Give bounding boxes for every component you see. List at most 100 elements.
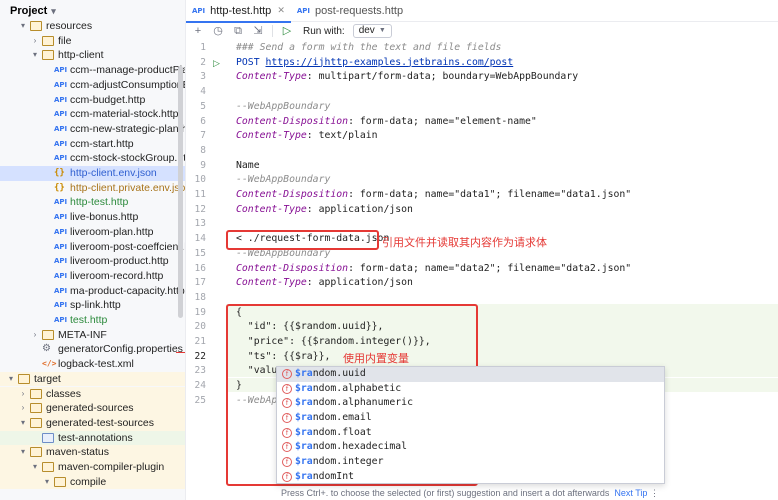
tree-item[interactable]: ▾ target bbox=[0, 371, 185, 387]
chevron-down-icon[interactable]: ▾ bbox=[6, 372, 16, 387]
completion-match: $ra bbox=[295, 470, 313, 482]
project-panel: Project ▾ ▾ resources › file ▾ http-client API… bbox=[0, 0, 186, 500]
tree-item[interactable]: APIliveroom-post-coeffcient.http bbox=[0, 240, 185, 255]
tree-item[interactable]: ▾ maven-status bbox=[0, 445, 185, 460]
export-icon[interactable]: ⇲ bbox=[252, 24, 264, 38]
completion-item[interactable]: f $random.alphabetic bbox=[277, 382, 664, 397]
resources-folder-icon bbox=[30, 21, 42, 31]
annotation-builtin-vars: 使用内置变量 bbox=[343, 352, 409, 365]
tree-item[interactable]: APIccm--manage-productPlan.http bbox=[0, 63, 185, 78]
tree-item-label: test-annotations bbox=[58, 431, 133, 444]
completion-popup[interactable]: f $random.uuid f $random.alphabetic f $random… bbox=[276, 366, 665, 484]
tree-item-label: liveroom-product.http bbox=[70, 255, 169, 268]
tree-item[interactable]: API ccm-budget.http bbox=[0, 93, 185, 108]
completion-item[interactable]: f $random.alphanumeric bbox=[277, 396, 664, 411]
completion-item[interactable]: f $random.email bbox=[277, 411, 664, 426]
convert-icon[interactable]: ⧉ bbox=[232, 24, 244, 38]
chevron-down-icon[interactable]: ▾ bbox=[18, 19, 28, 34]
tree-item[interactable]: ▾ http-client bbox=[0, 48, 185, 63]
tree-item[interactable]: APIccm-adjustConsumptionEnd.http bbox=[0, 78, 185, 93]
tree-item[interactable]: ⚙ generatorConfig.properties bbox=[0, 342, 185, 357]
chevron-right-icon[interactable]: › bbox=[30, 34, 40, 49]
tree-item[interactable]: API ccm-start.http bbox=[0, 137, 185, 152]
code-token: Content-Type bbox=[236, 71, 307, 83]
code-line: --WebAppBoundary bbox=[236, 173, 330, 188]
completion-item[interactable]: f $randomInt bbox=[277, 470, 664, 485]
completion-rest: ndom.uuid bbox=[312, 368, 366, 379]
tree-item[interactable]: API liveroom-record.http bbox=[0, 269, 185, 284]
code-token: Content-Disposition bbox=[236, 115, 349, 127]
code-line: ### Send a form with the text and file f… bbox=[236, 41, 501, 56]
completion-item[interactable]: f $random.float bbox=[277, 426, 664, 441]
annotation-file-body: 引用文件并读取其内容作为请求体 bbox=[382, 236, 547, 249]
tree-item[interactable]: API sp-link.http bbox=[0, 298, 185, 313]
tree-item-label: http-client bbox=[58, 49, 104, 62]
chevron-down-icon[interactable]: ▾ bbox=[42, 475, 52, 490]
run-all-icon[interactable]: ▷ bbox=[281, 24, 293, 38]
function-icon: f bbox=[282, 442, 292, 453]
tree-item[interactable]: test-annotations bbox=[0, 430, 185, 446]
completion-rest: ndomInt bbox=[312, 470, 354, 482]
tree-item[interactable]: API live-bonus.http bbox=[0, 210, 185, 225]
request-url[interactable]: https://ijhttp-examples.jetbrains.com/po… bbox=[266, 57, 514, 68]
history-icon[interactable]: ◷ bbox=[212, 24, 224, 38]
add-request-icon[interactable]: + bbox=[192, 24, 204, 38]
code-token: Name bbox=[236, 159, 260, 171]
tree-item-label: ccm--manage-productPlan.http bbox=[70, 64, 185, 77]
function-icon: f bbox=[282, 398, 292, 409]
chevron-down-icon[interactable]: ▾ bbox=[18, 445, 28, 460]
line-number: 9 bbox=[200, 159, 206, 171]
tree-item[interactable]: API http-test.http bbox=[0, 195, 185, 210]
tree-item[interactable]: › file bbox=[0, 34, 185, 49]
chevron-right-icon[interactable]: › bbox=[18, 387, 28, 402]
tree-item[interactable]: ▾ resources bbox=[0, 19, 185, 34]
tree-item[interactable]: {} http-client.private.env.json bbox=[0, 181, 185, 196]
chevron-down-icon[interactable]: ▾ bbox=[30, 460, 40, 475]
completion-item[interactable]: f $random.integer bbox=[277, 455, 664, 470]
more-options-icon[interactable]: ⋮ bbox=[650, 488, 659, 499]
line-number: 21 bbox=[194, 336, 206, 347]
tree-item[interactable]: API ccm-stock-stockGroup.http bbox=[0, 151, 185, 166]
tree-item[interactable]: API test.http bbox=[0, 313, 185, 328]
code-line: Content-Type: text/plain bbox=[236, 129, 378, 144]
http-file-icon: API bbox=[54, 95, 68, 104]
test-folder-icon bbox=[42, 432, 54, 443]
tab-http-test[interactable]: API http-test.http ✕ bbox=[186, 0, 291, 23]
chevron-right-icon[interactable]: › bbox=[18, 401, 28, 416]
chevron-right-icon[interactable]: › bbox=[30, 328, 40, 343]
function-icon: f bbox=[282, 457, 292, 468]
tree-item-label: logback-test.xml bbox=[58, 358, 134, 371]
tree-item-label: classes bbox=[46, 387, 82, 400]
chevron-down-icon[interactable]: ▾ bbox=[18, 416, 28, 431]
close-icon[interactable]: ✕ bbox=[277, 5, 285, 16]
line-number: 2 bbox=[200, 56, 206, 68]
function-icon: f bbox=[282, 471, 292, 482]
code-line: Name bbox=[236, 159, 260, 174]
next-tip-link[interactable]: Next Tip bbox=[614, 488, 647, 498]
tree-item[interactable]: › META-INF bbox=[0, 328, 185, 343]
line-number: 25 bbox=[194, 394, 206, 406]
environment-select[interactable]: dev ▼ bbox=[352, 24, 392, 38]
tree-item[interactable]: APIccm-new-strategic-plan.http bbox=[0, 122, 185, 137]
tree-item[interactable]: API ma-product-capacity.http bbox=[0, 284, 185, 299]
tree-item[interactable]: ▾ generated-test-sources bbox=[0, 415, 185, 431]
tree-item[interactable]: ▾ compile bbox=[0, 474, 185, 490]
line-number: 1 bbox=[200, 42, 206, 53]
tree-item[interactable]: API ccm-material-stock.http bbox=[0, 107, 185, 122]
code-line: Content-Disposition: form-data; name="el… bbox=[236, 115, 537, 130]
project-scrollbar[interactable] bbox=[178, 66, 183, 318]
completion-item[interactable]: f $random.hexadecimal bbox=[277, 440, 664, 455]
tree-item[interactable]: </> logback-test.xml bbox=[0, 357, 185, 372]
tree-item[interactable]: › classes bbox=[0, 386, 185, 402]
tree-item[interactable]: API liveroom-product.http bbox=[0, 254, 185, 269]
chevron-down-icon[interactable]: ▾ bbox=[30, 48, 40, 63]
tree-item[interactable]: ▾ maven-compiler-plugin bbox=[0, 460, 185, 475]
tab-post-requests[interactable]: API post-requests.http bbox=[291, 0, 409, 22]
tree-item[interactable]: API liveroom-plan.http bbox=[0, 225, 185, 240]
run-request-icon[interactable]: ▷ bbox=[213, 58, 220, 69]
tree-item[interactable]: › generated-sources bbox=[0, 401, 185, 416]
completion-item[interactable]: f $random.uuid bbox=[277, 367, 664, 382]
tree-item[interactable]: {} http-client.env.json bbox=[0, 166, 185, 181]
tab-label: post-requests.http bbox=[315, 4, 404, 17]
line-number: 11 bbox=[194, 189, 206, 200]
